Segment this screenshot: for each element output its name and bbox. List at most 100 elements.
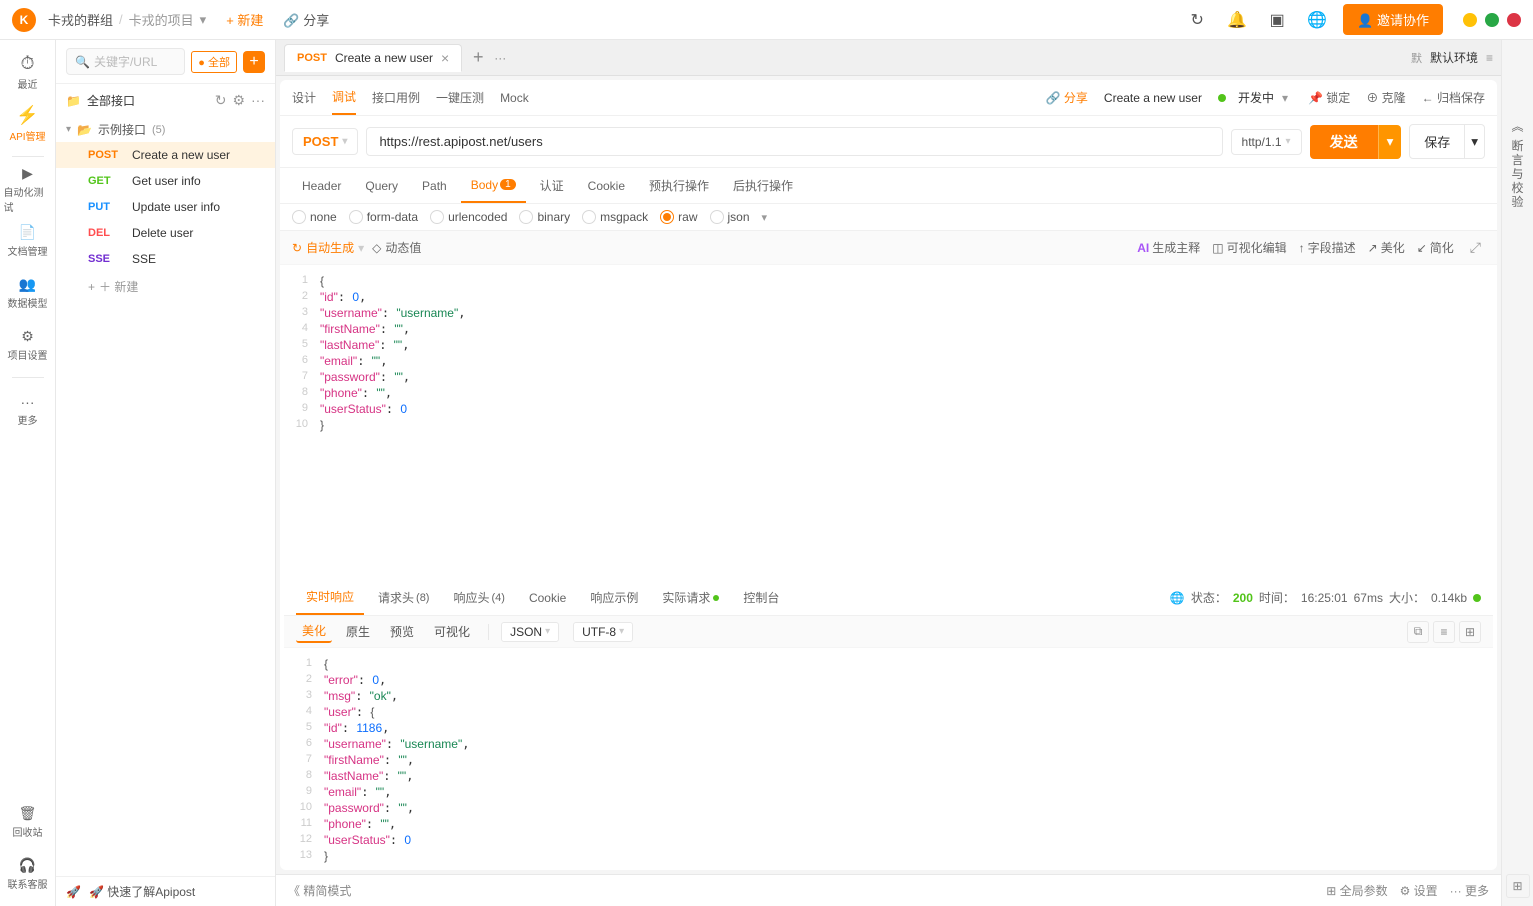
save-dropdown-button[interactable]: ▾ <box>1465 124 1485 159</box>
req-tab-pre-script[interactable]: 预执行操作 <box>639 168 719 203</box>
sub-tab-debug[interactable]: 调试 <box>332 80 356 115</box>
fmt-raw-btn[interactable]: 原生 <box>340 621 376 642</box>
nav-settings-icon[interactable]: ⚙ <box>232 92 245 109</box>
sub-tab-mock[interactable]: Mock <box>500 80 529 115</box>
body-opt-raw[interactable]: raw <box>660 210 697 224</box>
body-opt-msgpack[interactable]: msgpack <box>582 210 648 224</box>
minimize-button[interactable] <box>1463 13 1477 27</box>
resp-tab-actual-req[interactable]: 实际请求 <box>652 580 729 615</box>
sidebar-item-recent[interactable]: ⏱ 最近 <box>4 48 52 96</box>
tab-close-button[interactable]: × <box>441 50 449 66</box>
sidebar-item-api[interactable]: ⚡ API管理 <box>4 100 52 148</box>
beautify-tool[interactable]: ↗ 美化 <box>1368 239 1405 256</box>
active-tab[interactable]: POST Create a new user × <box>284 44 462 72</box>
maximize-button[interactable] <box>1485 13 1499 27</box>
response-body[interactable]: 1{2 "error": 0,3 "msg": "ok",4 "user": {… <box>284 648 1493 866</box>
archive-icon[interactable]: ← 归档保存 <box>1422 89 1485 106</box>
req-tab-auth[interactable]: 认证 <box>530 168 574 203</box>
send-button[interactable]: 发送 <box>1310 125 1378 159</box>
fmt-preview-btn[interactable]: 预览 <box>384 621 420 642</box>
nav-more-icon[interactable]: ··· <box>251 92 265 109</box>
bell-icon[interactable]: 🔔 <box>1223 6 1251 34</box>
fmt-visual-btn[interactable]: 可视化 <box>428 621 476 642</box>
refresh-icon[interactable]: ↻ <box>215 92 227 109</box>
encoding-selector[interactable]: UTF-8 ▾ <box>573 622 633 642</box>
field-desc-tool[interactable]: ↑ 字段描述 <box>1299 239 1356 256</box>
globe-icon[interactable]: 🌐 <box>1303 6 1331 34</box>
nav-item-update-user[interactable]: PUT Update user info <box>56 194 275 220</box>
sidebar-item-support[interactable]: 🎧 联系客服 <box>4 850 52 898</box>
sidebar-item-autotest[interactable]: ▶ 自动化测试 <box>4 165 52 213</box>
resp-tab-cookie[interactable]: Cookie <box>519 580 576 615</box>
layout-icon[interactable]: ▣ <box>1263 6 1291 34</box>
save-button[interactable]: 保存 <box>1409 124 1465 159</box>
share-button[interactable]: 🔗 分享 <box>283 10 329 29</box>
req-tab-query[interactable]: Query <box>355 168 408 203</box>
visual-edit-tool[interactable]: ◫ 可视化编辑 <box>1212 239 1286 256</box>
body-opt-json[interactable]: json <box>710 210 750 224</box>
http-version-selector[interactable]: http/1.1 ▾ <box>1231 129 1302 155</box>
search-input[interactable]: 🔍 关键字/URL <box>66 48 185 75</box>
request-body-editor[interactable]: 1{2 "id": 0,3 "username": "username",4 "… <box>280 265 1497 580</box>
simple-mode-button[interactable]: 《 精简模式 <box>288 882 351 899</box>
resp-tab-examples[interactable]: 响应示例 <box>580 580 648 615</box>
body-opt-none[interactable]: none <box>292 210 337 224</box>
sub-tab-examples[interactable]: 接口用例 <box>372 80 420 115</box>
editor-expand-icon[interactable]: ⤢ <box>1470 239 1481 256</box>
format-chevron-icon[interactable]: ▾ <box>762 211 768 224</box>
simplify-tool[interactable]: ↙ 简化 <box>1417 239 1454 256</box>
req-tab-post-script[interactable]: 后执行操作 <box>723 168 803 203</box>
invite-button[interactable]: 👤 邀请协作 <box>1343 4 1443 35</box>
dynamic-val-button[interactable]: ◇ 动态值 <box>372 239 421 256</box>
lines-icon[interactable]: ≡ <box>1433 621 1455 643</box>
env-name[interactable]: 默认环境 <box>1430 49 1478 66</box>
nav-item-delete-user[interactable]: DEL Delete user <box>56 220 275 246</box>
body-opt-form-data[interactable]: form-data <box>349 210 418 224</box>
nav-item-get-user[interactable]: GET Get user info <box>56 168 275 194</box>
resp-tab-request-headers[interactable]: 请求头(8) <box>368 580 439 615</box>
more-btn[interactable]: ··· 更多 <box>1450 882 1489 899</box>
share-tab-button[interactable]: 🔗 分享 <box>1046 89 1088 106</box>
sidebar-item-more[interactable]: ··· 更多 <box>4 386 52 434</box>
nav-filter-btn[interactable]: ● 全部 <box>191 51 237 73</box>
chevron-down-icon[interactable]: ▾ <box>200 12 207 28</box>
sub-tab-stress[interactable]: 一键压测 <box>436 80 484 115</box>
req-tab-path[interactable]: Path <box>412 168 457 203</box>
nav-item-sse[interactable]: SSE SSE <box>56 246 275 272</box>
sidebar-item-datamodel[interactable]: 👥 数据模型 <box>4 269 52 317</box>
format-type-selector[interactable]: JSON ▾ <box>501 622 559 642</box>
sub-tab-design[interactable]: 设计 <box>292 80 316 115</box>
tab-more-button[interactable]: ··· <box>494 51 506 65</box>
send-dropdown-button[interactable]: ▾ <box>1378 125 1402 159</box>
clone-icon[interactable]: ⊕ 克隆 <box>1366 89 1405 106</box>
validation-text[interactable]: 《 断言与校验 <box>1509 120 1526 209</box>
resp-tab-console[interactable]: 控制台 <box>733 580 789 615</box>
all-apis-label[interactable]: 全部接口 <box>87 92 135 109</box>
close-button[interactable] <box>1507 13 1521 27</box>
ai-gen-tool[interactable]: AI 生成主释 <box>1137 239 1200 256</box>
table-icon[interactable]: ⊞ <box>1459 621 1481 643</box>
sidebar-item-trash[interactable]: 🗑 回收站 <box>4 798 52 846</box>
sidebar-item-settings[interactable]: ⚙ 项目设置 <box>4 321 52 369</box>
nav-add-item[interactable]: + ＋ 新建 <box>56 272 275 301</box>
tab-add-button[interactable]: + <box>466 46 490 70</box>
settings-btn[interactable]: ⚙ 设置 <box>1400 882 1438 899</box>
nav-group-examples[interactable]: ▾ 📂 示例接口 (5) <box>56 117 275 142</box>
new-button[interactable]: + 新建 <box>218 6 271 33</box>
fmt-beautify-btn[interactable]: 美化 <box>296 620 332 643</box>
url-input[interactable] <box>366 127 1222 156</box>
req-tab-header[interactable]: Header <box>292 168 351 203</box>
resp-tab-response-headers[interactable]: 响应头(4) <box>443 580 514 615</box>
lock-icon[interactable]: 📌 锁定 <box>1308 89 1350 106</box>
quick-learn-item[interactable]: 🚀 🚀 快速了解Apipost <box>56 876 275 906</box>
breadcrumb-project[interactable]: 卡戎的项目 <box>129 10 194 29</box>
table-layout-icon[interactable]: ⊞ <box>1506 874 1530 898</box>
breadcrumb-group[interactable]: 卡戎的群组 <box>48 10 113 29</box>
body-opt-binary[interactable]: binary <box>519 210 570 224</box>
autogen-button[interactable]: ↻ 自动生成 ▾ <box>292 239 364 256</box>
refresh-icon[interactable]: ↻ <box>1183 6 1211 34</box>
nav-item-create-user[interactable]: POST Create a new user <box>56 142 275 168</box>
sidebar-item-docs[interactable]: 📄 文档管理 <box>4 217 52 265</box>
req-tab-cookie[interactable]: Cookie <box>578 168 635 203</box>
method-selector[interactable]: POST ▾ <box>292 128 358 155</box>
